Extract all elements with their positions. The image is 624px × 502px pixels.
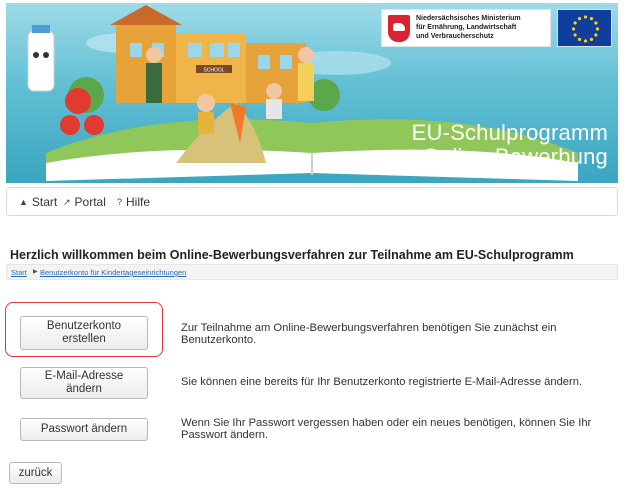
nav-start-label: Start: [31, 195, 58, 209]
create-account-description: Zur Teilnahme am Online-Bewerbungsverfah…: [181, 322, 557, 346]
program-title: EU-Schulprogramm Online-Bewerbung: [411, 120, 608, 169]
change-email-button[interactable]: E-Mail-Adresse ändern: [20, 367, 148, 399]
create-account-button[interactable]: Benutzerkonto erstellen: [20, 316, 148, 350]
home-icon: ▲: [19, 197, 28, 207]
question-icon: ?: [117, 197, 123, 207]
header-banner: SCHOOL Niedersächsisches Ministerium für…: [6, 3, 618, 183]
breadcrumb-start-link[interactable]: Start: [11, 268, 27, 277]
change-password-button[interactable]: Passwort ändern: [20, 418, 148, 441]
breadcrumb: Start ▶ Benutzerkonto für Kindertagesein…: [6, 264, 618, 280]
breadcrumb-current-link[interactable]: Benutzerkonto für Kindertageseinrichtung…: [40, 268, 186, 277]
breadcrumb-separator-icon: ▶: [33, 269, 38, 275]
ministry-logo: Niedersächsisches Ministerium für Ernähr…: [381, 9, 551, 47]
ministry-name: Niedersächsisches Ministerium für Ernähr…: [416, 15, 521, 40]
link-icon: ↗: [63, 196, 71, 207]
nav-start[interactable]: ▲ Start: [19, 195, 57, 209]
nav-hilfe[interactable]: ? Hilfe: [117, 195, 150, 209]
page-title: Herzlich willkommen beim Online-Bewerbun…: [10, 248, 574, 262]
school-sign: SCHOOL: [203, 68, 224, 74]
back-button[interactable]: zurück: [9, 462, 62, 484]
nav-portal-label: Portal: [74, 195, 106, 209]
main-nav: ▲ Start ↗ Portal ? Hilfe: [6, 187, 618, 216]
nav-portal[interactable]: ↗ Portal: [63, 195, 106, 209]
horse-crest-icon: [388, 15, 410, 42]
change-password-description: Wenn Sie Ihr Passwort vergessen haben od…: [181, 417, 592, 441]
eu-flag-icon: [557, 9, 612, 47]
nav-hilfe-label: Hilfe: [126, 195, 151, 209]
change-email-description: Sie können eine bereits für Ihr Benutzer…: [181, 376, 583, 388]
